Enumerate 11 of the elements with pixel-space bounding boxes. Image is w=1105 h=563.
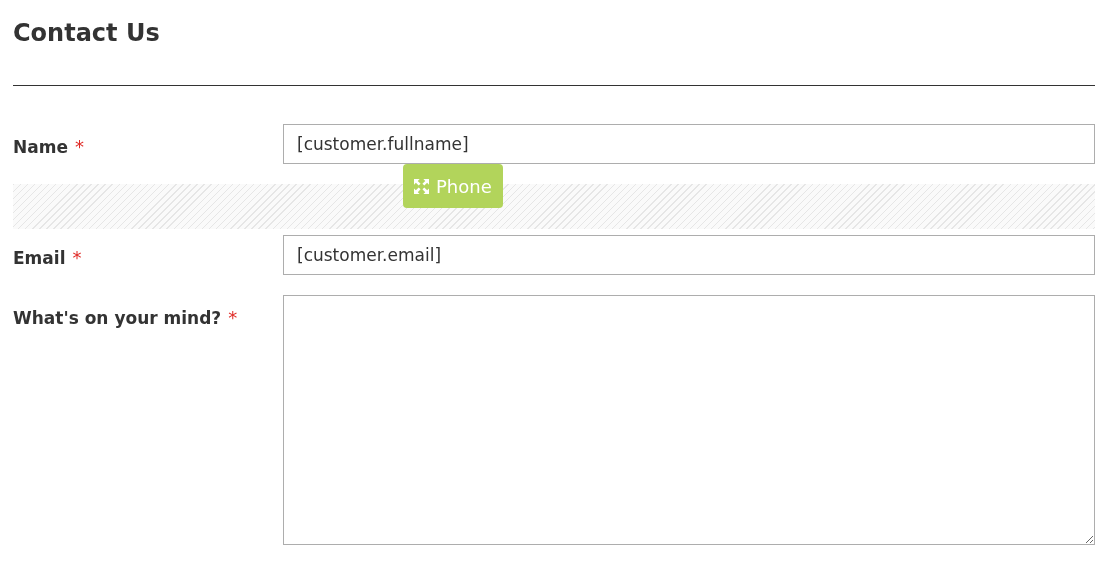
required-mark: *: [72, 246, 82, 270]
field-label: Name: [13, 136, 68, 159]
field-label: What's on your mind?: [13, 307, 222, 330]
page-title: Contact Us: [13, 18, 161, 49]
field-label: Email: [13, 247, 66, 270]
required-mark: *: [74, 135, 84, 159]
text-field[interactable]: [customer.email]: [283, 235, 1095, 275]
text-field[interactable]: [customer.fullname]: [283, 124, 1095, 164]
required-mark: *: [228, 306, 238, 330]
expand-icon: [414, 178, 429, 194]
message-field[interactable]: [283, 295, 1095, 545]
